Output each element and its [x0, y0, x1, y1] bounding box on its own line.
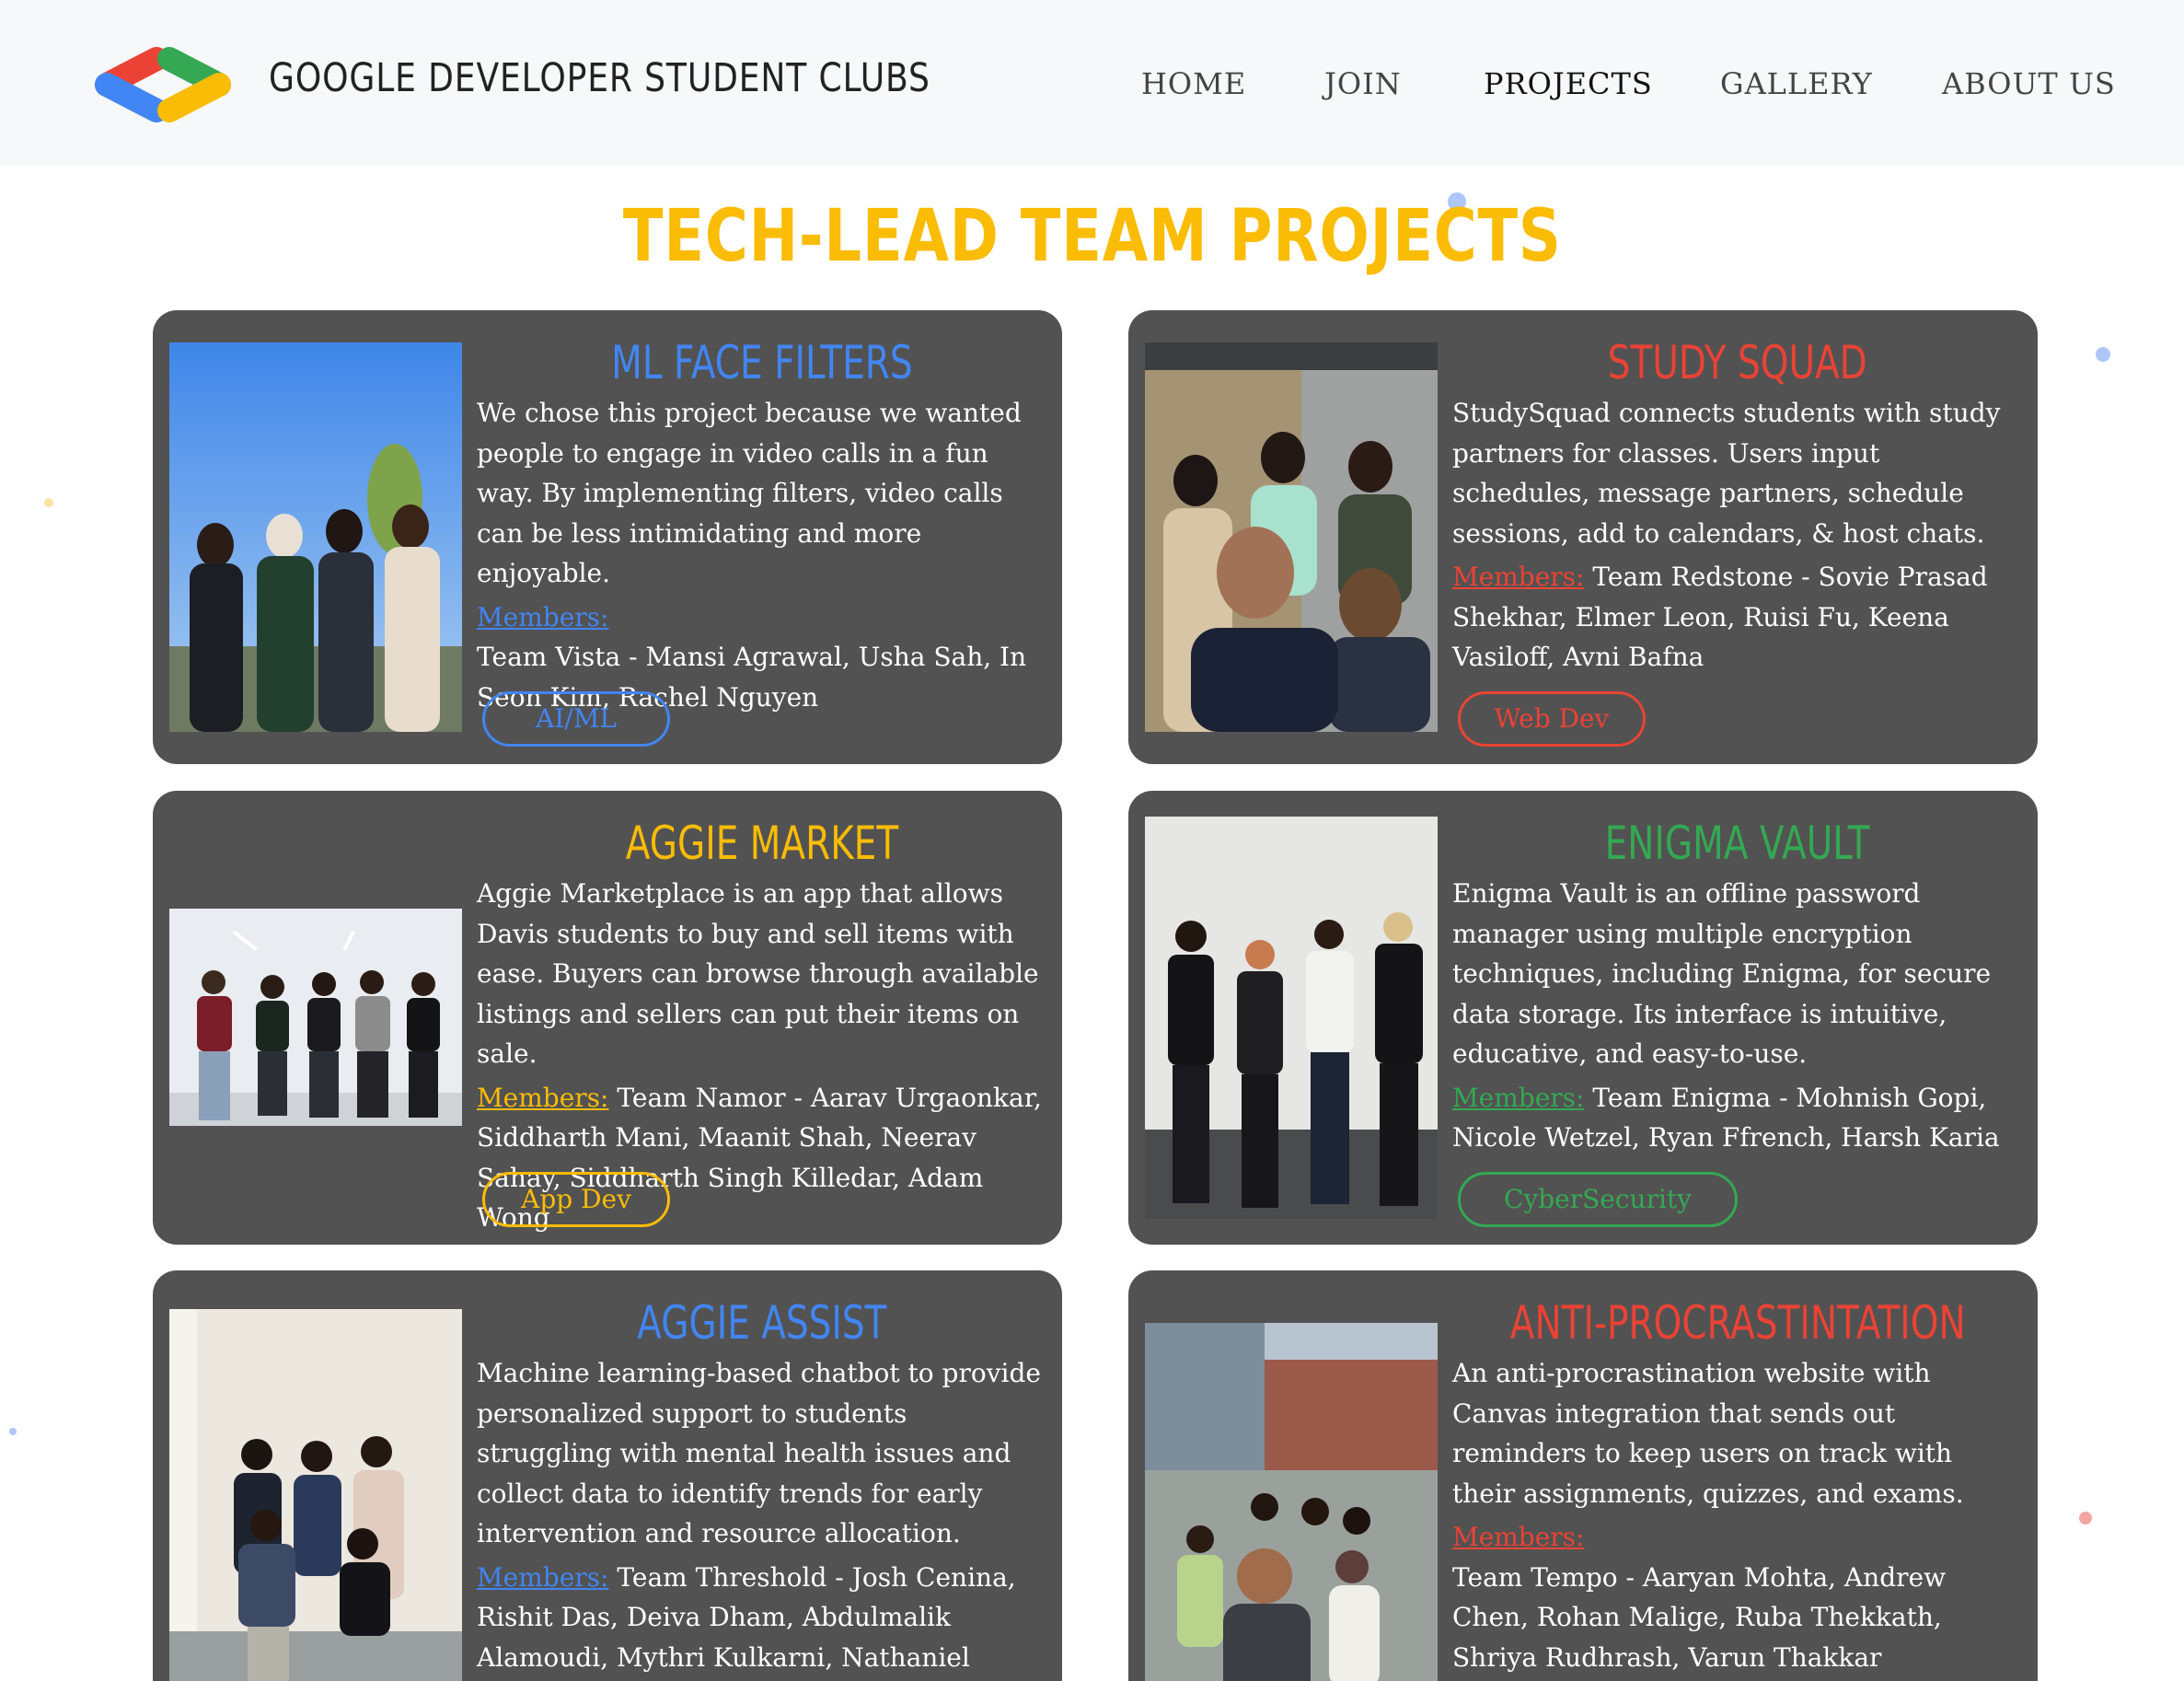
project-description: We chose this project because we wanted … — [477, 398, 1022, 588]
decorative-dot — [44, 498, 53, 507]
project-card-aggie-assist: AGGIE ASSIST Machine learning-based chat… — [153, 1270, 1062, 1681]
project-description: Enigma Vault is an offline password mana… — [1452, 878, 1992, 1069]
project-photo — [169, 909, 462, 1126]
project-body: We chose this project because we wanted … — [477, 393, 1044, 717]
project-title: STUDY SQUAD — [1608, 336, 1867, 389]
project-photo — [1145, 817, 1438, 1219]
project-title: ANTI-PROCRASTINTATION — [1509, 1296, 1966, 1350]
project-card-anti-procrastintation: ANTI-PROCRASTINTATION An anti-procrastin… — [1128, 1270, 2038, 1681]
decorative-dot — [9, 1428, 17, 1435]
project-body: StudySquad connects students with study … — [1452, 393, 2019, 678]
tag-cybersecurity[interactable]: CyberSecurity — [1458, 1172, 1738, 1227]
members-link[interactable]: Members: — [477, 1083, 608, 1113]
nav-join[interactable]: JOIN — [1324, 66, 1402, 101]
project-body: Enigma Vault is an offline password mana… — [1452, 874, 2019, 1158]
members-link[interactable]: Members: — [1452, 1522, 1584, 1552]
tag-app-dev[interactable]: App Dev — [482, 1172, 670, 1227]
project-body: Machine learning-based chatbot to provid… — [477, 1353, 1044, 1681]
project-description: An anti-procrastination website with Can… — [1452, 1358, 1964, 1509]
tag-ai-ml[interactable]: AI/ML — [482, 691, 670, 747]
project-description: Machine learning-based chatbot to provid… — [477, 1358, 1041, 1548]
project-photo — [169, 342, 462, 732]
project-description: Aggie Marketplace is an app that allows … — [477, 878, 1039, 1069]
project-card-ml-face-filters: ML FACE FILTERS We chose this project be… — [153, 310, 1062, 764]
brand-name: GOOGLE DEVELOPER STUDENT CLUBS — [269, 55, 930, 101]
nav-gallery[interactable]: GALLERY — [1720, 66, 1873, 101]
project-card-aggie-market: AGGIE MARKET Aggie Marketplace is an app… — [153, 791, 1062, 1245]
members-link[interactable]: Members: — [477, 1562, 608, 1593]
project-card-study-squad: STUDY SQUAD StudySquad connects students… — [1128, 310, 2038, 764]
project-body: An anti-procrastination website with Can… — [1452, 1353, 2019, 1677]
project-card-enigma-vault: ENIGMA VAULT Enigma Vault is an offline … — [1128, 791, 2038, 1245]
nav-home[interactable]: HOME — [1141, 66, 1246, 101]
nav-about-us[interactable]: ABOUT US — [1942, 66, 2116, 101]
members-link[interactable]: Members: — [477, 602, 608, 632]
project-title: AGGIE ASSIST — [637, 1296, 887, 1350]
members-link[interactable]: Members: — [1452, 1083, 1584, 1113]
site-header: GOOGLE DEVELOPER STUDENT CLUBS HOME JOIN… — [0, 0, 2184, 166]
tag-web-dev[interactable]: Web Dev — [1458, 691, 1646, 747]
project-photo — [169, 1309, 462, 1681]
page-title: TECH-LEAD TEAM PROJECTS — [622, 195, 1562, 278]
project-title: ENIGMA VAULT — [1605, 817, 1870, 870]
project-photo — [1145, 342, 1438, 732]
gdsc-logo[interactable] — [90, 44, 236, 125]
decorative-dot — [2096, 347, 2110, 362]
project-description: StudySquad connects students with study … — [1452, 398, 2001, 549]
project-photo — [1145, 1323, 1438, 1681]
members-link[interactable]: Members: — [1452, 562, 1584, 592]
project-members: Team Tempo - Aaryan Mohta, Andrew Chen, … — [1452, 1561, 1947, 1673]
nav-projects[interactable]: PROJECTS — [1484, 66, 1653, 101]
project-title: AGGIE MARKET — [625, 817, 899, 870]
project-title: ML FACE FILTERS — [611, 336, 913, 389]
decorative-dot — [2079, 1512, 2092, 1524]
